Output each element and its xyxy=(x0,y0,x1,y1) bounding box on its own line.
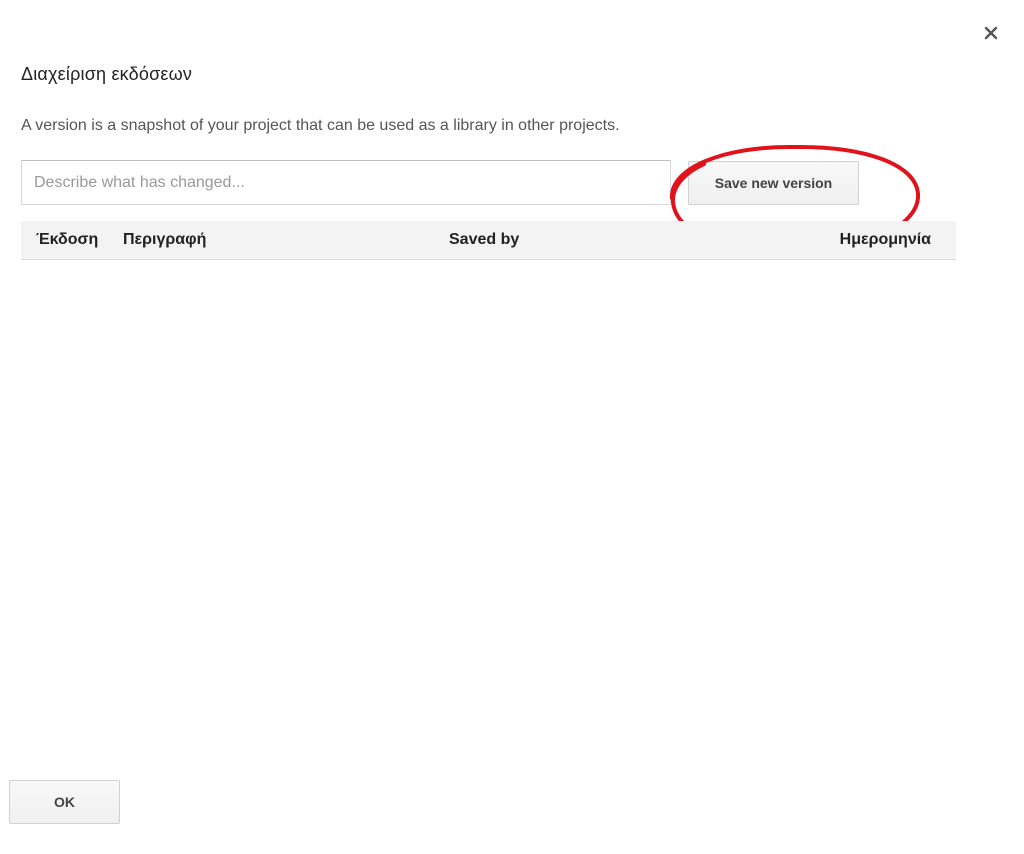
column-header-description[interactable]: Περιγραφή xyxy=(123,221,206,259)
version-description-input[interactable] xyxy=(21,160,671,205)
dialog-title: Διαχείριση εκδόσεων xyxy=(21,64,193,84)
close-icon xyxy=(984,26,998,40)
ok-button[interactable]: OK xyxy=(9,780,120,824)
dialog-description: A version is a snapshot of your project … xyxy=(21,117,620,134)
column-header-date[interactable]: Ημερομηνία xyxy=(840,221,931,259)
versions-table-header: Έκδοση Περιγραφή Saved by Ημερομηνία xyxy=(21,221,956,260)
column-header-version[interactable]: Έκδοση xyxy=(36,221,98,259)
manage-versions-dialog: Διαχείριση εκδόσεων A version is a snaps… xyxy=(0,0,1024,854)
save-new-version-button[interactable]: Save new version xyxy=(688,161,859,205)
column-header-saved-by[interactable]: Saved by xyxy=(449,221,519,259)
close-button[interactable] xyxy=(978,20,1004,46)
